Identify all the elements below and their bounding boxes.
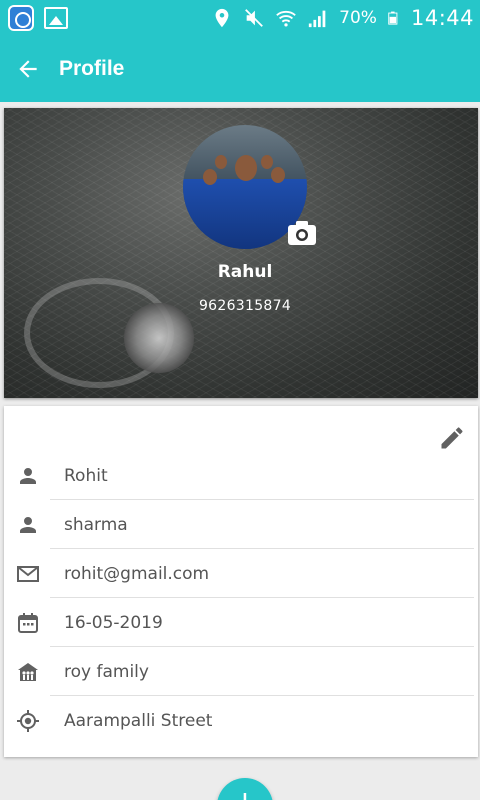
page-title: Profile bbox=[59, 57, 125, 80]
change-photo-button[interactable] bbox=[287, 220, 317, 246]
last-name-value: sharma bbox=[64, 514, 128, 535]
plus-icon: + bbox=[232, 785, 257, 800]
email-value: rohit@gmail.com bbox=[64, 563, 210, 584]
back-button[interactable] bbox=[0, 36, 56, 102]
camera-icon bbox=[288, 221, 316, 245]
person-icon bbox=[16, 464, 40, 488]
clock: 14:44 bbox=[410, 6, 474, 30]
gallery-notification-icon bbox=[44, 7, 68, 29]
family-value: roy family bbox=[64, 661, 149, 682]
detail-row-address: Aarampalli Street bbox=[4, 696, 478, 745]
signal-icon bbox=[309, 10, 326, 28]
status-bar: 70% 14:44 bbox=[0, 0, 480, 36]
address-value: Aarampalli Street bbox=[64, 710, 213, 731]
profile-details-card: Rohit sharma rohit@gmail.com 16-05-2019 … bbox=[4, 406, 478, 757]
pencil-icon bbox=[441, 427, 463, 449]
detail-row-family: roy family bbox=[4, 647, 478, 696]
detail-row-last-name: sharma bbox=[4, 500, 478, 549]
location-icon bbox=[16, 709, 40, 733]
arrow-back-icon bbox=[19, 60, 37, 78]
person-icon bbox=[16, 513, 40, 537]
app-bar: Profile bbox=[0, 36, 480, 102]
detail-row-email: rohit@gmail.com bbox=[4, 549, 478, 598]
location-status-icon bbox=[215, 8, 229, 28]
app-notification-icon bbox=[8, 5, 34, 31]
profile-header: Rahul 9626315874 bbox=[4, 108, 478, 398]
battery-percent: 70% bbox=[339, 8, 377, 28]
first-name-value: Rohit bbox=[64, 465, 108, 486]
profile-phone: 9626315874 bbox=[198, 298, 292, 314]
profile-name: Rahul bbox=[217, 262, 273, 282]
mute-icon bbox=[245, 9, 264, 27]
detail-row-first-name: Rohit bbox=[4, 451, 478, 500]
wifi-icon bbox=[276, 10, 296, 27]
detail-row-date: 16-05-2019 bbox=[4, 598, 478, 647]
edit-button[interactable] bbox=[438, 424, 466, 452]
date-value: 16-05-2019 bbox=[64, 612, 163, 633]
family-icon bbox=[16, 660, 40, 684]
add-fab-button[interactable]: + bbox=[217, 778, 273, 800]
calendar-icon bbox=[16, 611, 40, 635]
battery-icon bbox=[388, 11, 398, 25]
email-icon bbox=[16, 562, 40, 586]
